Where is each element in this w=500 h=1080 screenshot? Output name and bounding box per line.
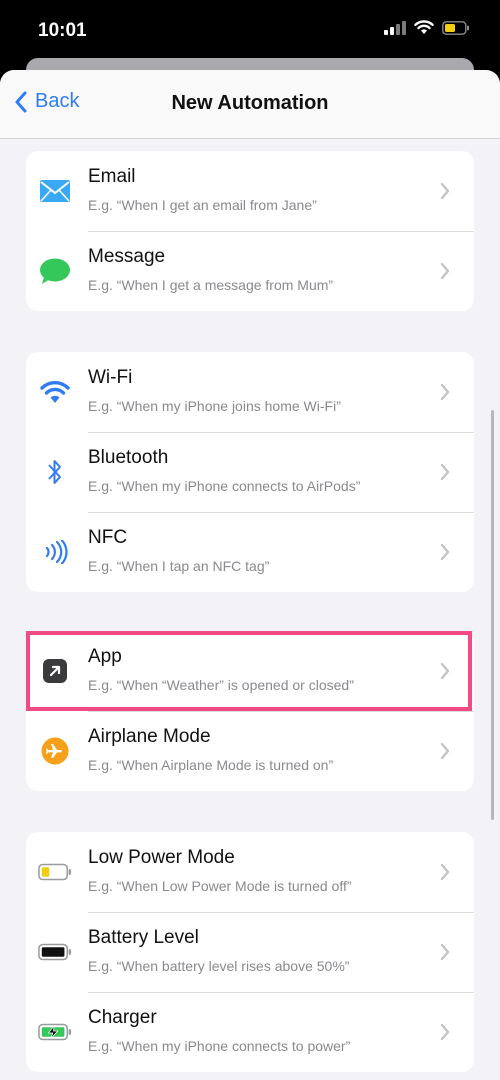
scrollbar[interactable] [491, 410, 494, 820]
chevron-right-icon [440, 1023, 450, 1041]
trigger-row-bluetooth[interactable]: Bluetooth E.g. “When my iPhone connects … [26, 432, 474, 512]
trigger-title: Wi-Fi [88, 367, 133, 388]
message-icon [38, 256, 72, 286]
trigger-title: Bluetooth [88, 447, 169, 468]
bluetooth-icon [38, 457, 72, 487]
trigger-row-message[interactable]: Message E.g. “When I get a message from … [26, 231, 474, 311]
battery-status-icon [442, 20, 469, 35]
trigger-subtitle: E.g. “When my iPhone connects to power” [88, 1038, 351, 1054]
automation-sheet: Back New Automation Email E.g. “When I g… [0, 70, 500, 1080]
wifi-icon [38, 377, 72, 407]
trigger-group-power: Low Power Mode E.g. “When Low Power Mode… [26, 832, 474, 1072]
trigger-row-charger[interactable]: Charger E.g. “When my iPhone connects to… [26, 992, 474, 1072]
charger-icon [38, 1017, 72, 1047]
chevron-right-icon [440, 463, 450, 481]
trigger-subtitle: E.g. “When I get an email from Jane” [88, 197, 317, 213]
chevron-right-icon [440, 543, 450, 561]
trigger-subtitle: E.g. “When I get a message from Mum” [88, 277, 334, 293]
chevron-right-icon [440, 943, 450, 961]
chevron-right-icon [440, 182, 450, 200]
trigger-row-battery-level[interactable]: Battery Level E.g. “When battery level r… [26, 912, 474, 992]
battery-level-icon [38, 937, 72, 967]
trigger-group-communication: Email E.g. “When I get an email from Jan… [26, 151, 474, 311]
status-icons [384, 20, 470, 35]
trigger-title: App [88, 646, 122, 667]
chevron-right-icon [440, 383, 450, 401]
chevron-right-icon [440, 863, 450, 881]
trigger-title: Message [88, 246, 166, 267]
trigger-subtitle: E.g. “When my iPhone connects to AirPods… [88, 478, 361, 494]
chevron-right-icon [440, 262, 450, 280]
trigger-subtitle: E.g. “When I tap an NFC tag” [88, 558, 270, 574]
trigger-row-low-power-mode[interactable]: Low Power Mode E.g. “When Low Power Mode… [26, 832, 474, 912]
app-icon [38, 656, 72, 686]
trigger-title: Airplane Mode [88, 726, 211, 747]
nfc-icon [38, 537, 72, 567]
status-time: 10:01 [38, 20, 87, 41]
trigger-subtitle: E.g. “When Low Power Mode is turned off” [88, 878, 352, 894]
trigger-group-apps: App E.g. “When “Weather” is opened or cl… [26, 631, 474, 791]
status-bar: 10:01 [0, 0, 500, 58]
trigger-row-email[interactable]: Email E.g. “When I get an email from Jan… [26, 151, 474, 231]
page-title: New Automation [171, 92, 329, 114]
low-power-battery-icon [38, 857, 72, 887]
trigger-title: Charger [88, 1007, 157, 1028]
trigger-subtitle: E.g. “When Airplane Mode is turned on” [88, 757, 334, 773]
trigger-row-app[interactable]: App E.g. “When “Weather” is opened or cl… [26, 631, 474, 711]
trigger-row-nfc[interactable]: NFC E.g. “When I tap an NFC tag” [26, 512, 474, 592]
trigger-subtitle: E.g. “When my iPhone joins home Wi-Fi” [88, 398, 341, 414]
trigger-subtitle: E.g. “When “Weather” is opened or closed… [88, 677, 354, 693]
chevron-right-icon [440, 742, 450, 760]
trigger-title: NFC [88, 527, 128, 548]
airplane-icon [38, 736, 72, 766]
wifi-status-icon [414, 20, 434, 34]
trigger-subtitle: E.g. “When battery level rises above 50%… [88, 958, 350, 974]
bottom-edge [0, 1074, 500, 1080]
mail-icon [38, 176, 72, 206]
trigger-row-airplane-mode[interactable]: Airplane Mode E.g. “When Airplane Mode i… [26, 711, 474, 791]
chevron-right-icon [440, 662, 450, 680]
trigger-title: Email [88, 166, 136, 187]
trigger-title: Low Power Mode [88, 847, 235, 868]
navigation-bar: Back New Automation [0, 70, 500, 139]
trigger-row-wifi[interactable]: Wi-Fi E.g. “When my iPhone joins home Wi… [26, 352, 474, 432]
cellular-signal-icon [384, 20, 406, 35]
trigger-title: Battery Level [88, 927, 199, 948]
trigger-group-connectivity: Wi-Fi E.g. “When my iPhone joins home Wi… [26, 352, 474, 592]
